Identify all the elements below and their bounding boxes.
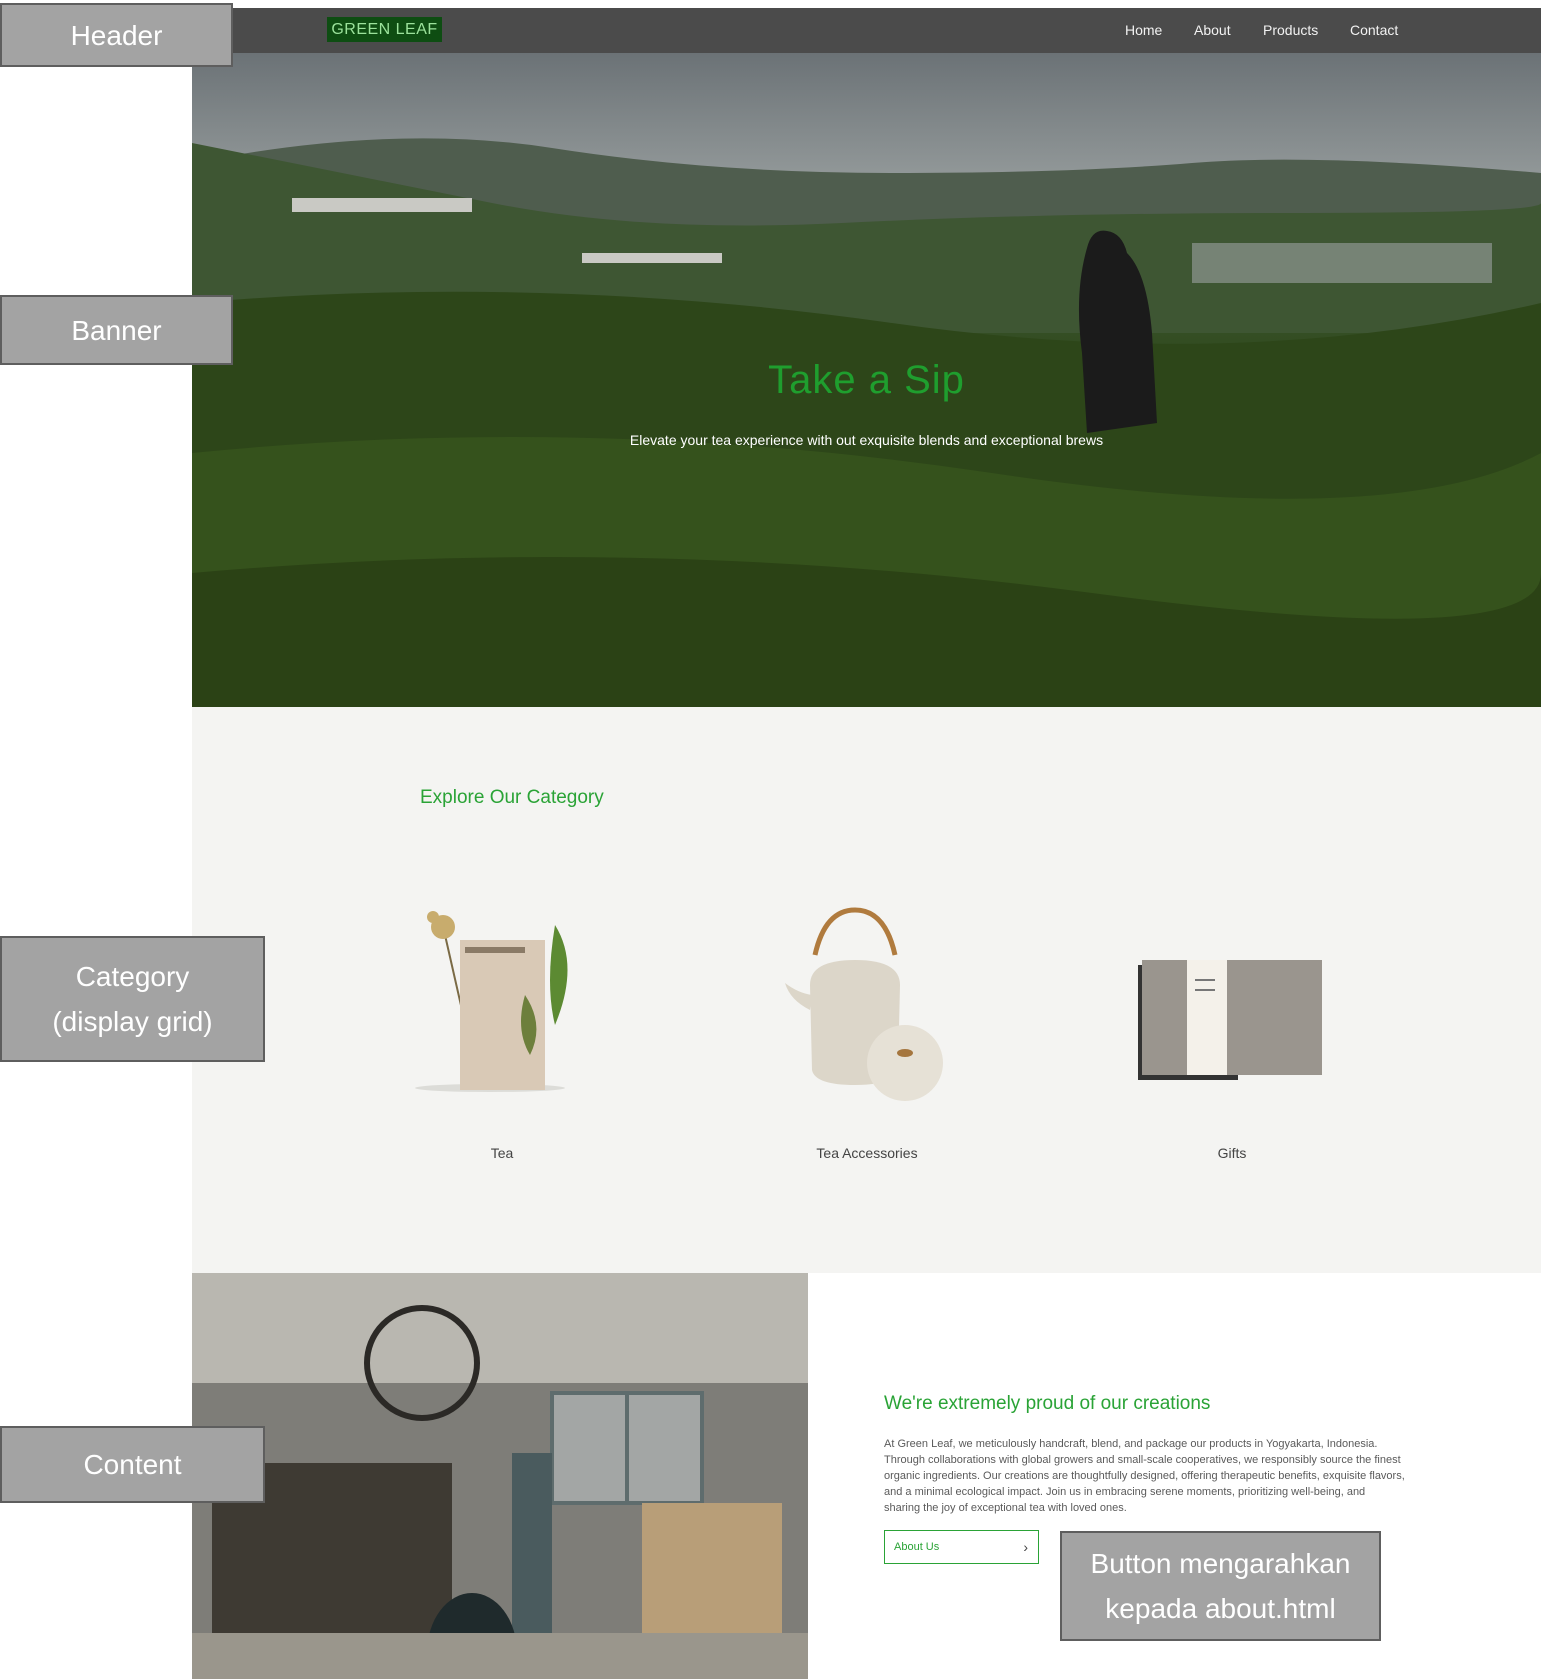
annotation-button-line: Button mengarahkan (1090, 1548, 1351, 1579)
nav-contact[interactable]: Contact (1350, 22, 1398, 38)
teapot-image[interactable] (780, 905, 960, 1105)
banner-title: Take a Sip (768, 358, 965, 402)
category-title: Explore Our Category (420, 787, 604, 808)
content-title: We're extremely proud of our creations (884, 1393, 1211, 1414)
content-line: organic ingredients. Our creations are t… (884, 1470, 1405, 1482)
annotation-category-line: Category (75, 961, 190, 992)
annotation-button-line: kepada about.html (1105, 1593, 1336, 1624)
content-text: At Green Leaf, we meticulously handcraft… (884, 1436, 1469, 1516)
annotation-banner: Banner (0, 295, 233, 365)
banner-subtitle: Elevate your tea experience with out exq… (629, 432, 1104, 448)
about-us-button[interactable]: About Us › (884, 1530, 1039, 1564)
content-line: Through collaborations with global growe… (884, 1454, 1401, 1466)
annotation-category: Category (display grid) (0, 936, 265, 1062)
annotation-category-line: (display grid) (52, 1006, 213, 1037)
nav-home[interactable]: Home (1125, 22, 1162, 38)
gift-box-image[interactable] (1130, 955, 1330, 1085)
category-tea-label[interactable]: Tea (362, 1145, 642, 1161)
chevron-right-icon: › (1023, 1539, 1028, 1555)
banner: Take a Sip Elevate your tea experience w… (192, 53, 1541, 707)
content-line: sharing the joy of exceptional tea with … (884, 1502, 1127, 1514)
content-line: At Green Leaf, we meticulously handcraft… (884, 1438, 1378, 1450)
logo[interactable]: GREEN LEAF (327, 17, 442, 42)
category-accessories-label[interactable]: Tea Accessories (727, 1145, 1007, 1161)
category-gifts-label[interactable]: Gifts (1092, 1145, 1372, 1161)
factory-photo (192, 1273, 808, 1679)
about-us-button-label: About Us (894, 1541, 940, 1553)
annotation-button: Button mengarahkan kepada about.html (1060, 1531, 1381, 1641)
annotation-header: Header (0, 3, 233, 67)
annotation-content: Content (0, 1426, 265, 1503)
content-line: and a minimal ecological impact. Join us… (884, 1486, 1366, 1498)
tea-box-image[interactable] (405, 905, 585, 1095)
nav-about[interactable]: About (1194, 22, 1231, 38)
nav-products[interactable]: Products (1263, 22, 1318, 38)
